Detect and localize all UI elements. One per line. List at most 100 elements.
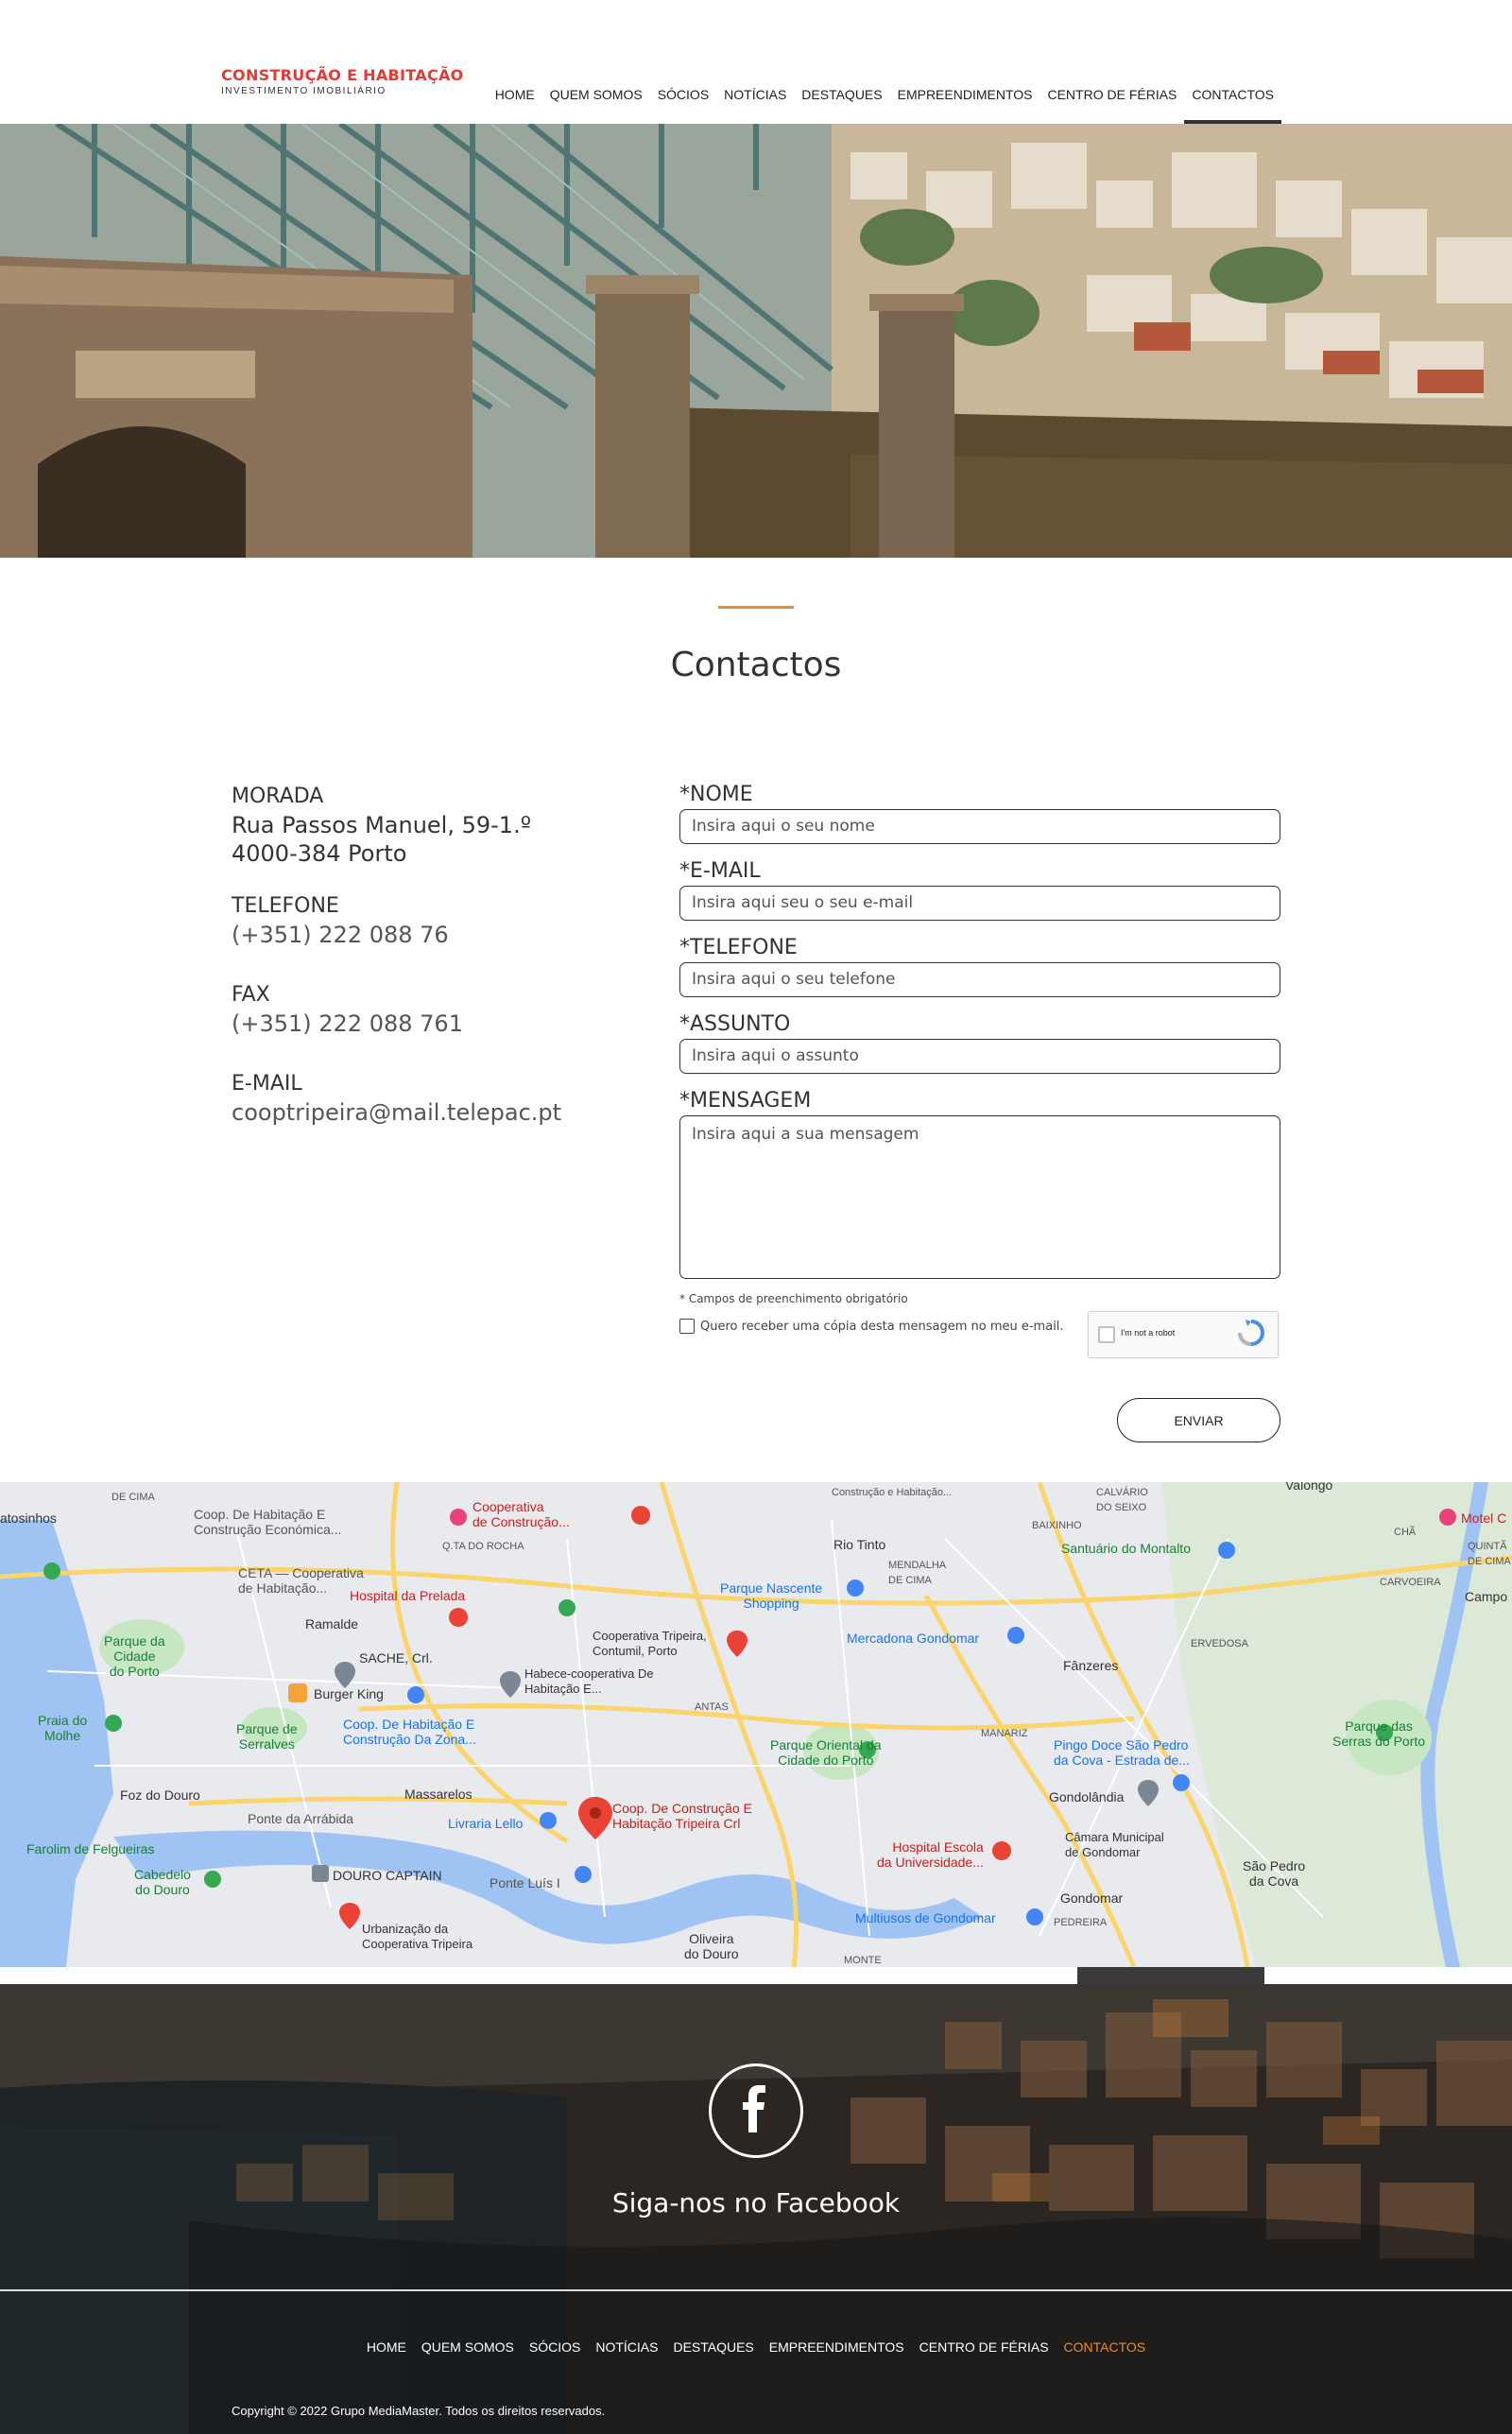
- map-label-ceta: CETA — Cooperativa de Habitação...: [238, 1565, 364, 1596]
- map-label-coop-tripeira-contumil: Cooperativa Tripeira, Contumil, Porto: [593, 1629, 707, 1658]
- footer-nav-home[interactable]: HOME: [367, 2339, 406, 2355]
- recaptcha-label: I'm not a robot: [1121, 1328, 1176, 1338]
- map-label-mendalha: MENDALHA DE CIMA: [888, 1560, 947, 1586]
- map-label-coop-habitacao-economica: Coop. De Habitação E Construção Económic…: [194, 1507, 342, 1537]
- map-label-burger-king: Burger King: [314, 1686, 384, 1701]
- map-label-mercadona: Mercadona Gondomar: [847, 1631, 980, 1646]
- recaptcha-widget[interactable]: I'm not a robot: [1088, 1311, 1279, 1358]
- footer-nav-centro-de-ferias[interactable]: CENTRO DE FÉRIAS: [919, 2339, 1049, 2355]
- map-label-parque-cidade: Parque da Cidade do Porto: [104, 1633, 165, 1679]
- map-label-carvoeira: CARVOEIRA: [1380, 1577, 1441, 1588]
- nav-home[interactable]: HOME: [488, 85, 542, 124]
- map-label-parque-oriental: Parque Oriental da Cidade do Porto: [770, 1737, 882, 1768]
- recaptcha-checkbox[interactable]: [1098, 1326, 1115, 1343]
- map-label-gondomar: Gondomar: [1060, 1890, 1124, 1906]
- email-field[interactable]: Insira aqui seu o seu e-mail: [679, 886, 1280, 921]
- footer-nav-contactos[interactable]: CONTACTOS: [1064, 2339, 1146, 2355]
- map-label-oliveira: Oliveira do Douro: [684, 1931, 739, 1961]
- map-label-urbanizacao: Urbanização da Cooperativa Tripeira: [362, 1922, 473, 1951]
- subject-field-label: *ASSUNTO: [679, 1012, 791, 1036]
- map-label-livraria-lello: Livraria Lello: [448, 1816, 524, 1831]
- map-bottom-strip: [0, 1967, 1512, 1984]
- map-label-pingo-doce: Pingo Doce São Pedro da Cova - Estrada d…: [1054, 1737, 1190, 1768]
- nav-centro-de-ferias[interactable]: CENTRO DE FÉRIAS: [1040, 85, 1184, 124]
- contact-info: MORADA Rua Passos Manuel, 59-1.º 4000-38…: [232, 783, 628, 1151]
- message-field-label: *MENSAGEM: [679, 1089, 812, 1113]
- map-label-ponte-arrabida: Ponte da Arrábida: [248, 1811, 354, 1826]
- facebook-follow-text: Siga-nos no Facebook: [611, 2187, 901, 2218]
- map-label-fanzeres: Fânzeres: [1063, 1658, 1119, 1673]
- facebook-icon: [743, 2085, 765, 2132]
- map-label-atosinhos: atosinhos: [0, 1510, 57, 1526]
- map-label-antas: ANTAS: [695, 1701, 729, 1713]
- map-label-cabedelo: Cabedelo do Douro: [134, 1867, 191, 1897]
- map-label-sache: SACHE, Crl.: [359, 1650, 433, 1666]
- nav-destaques[interactable]: DESTAQUES: [794, 85, 889, 124]
- email-label: E-MAIL: [232, 1072, 302, 1096]
- map-label-parque-serras: Parque das Serras do Porto: [1332, 1718, 1426, 1749]
- address-line-1: Rua Passos Manuel, 59-1.º: [232, 812, 532, 838]
- facebook-button[interactable]: [709, 2063, 803, 2158]
- map-label-coop-construcao: Cooperativa de Construção...: [472, 1499, 570, 1529]
- map-label-parque-nascente: Parque Nascente Shopping: [720, 1580, 823, 1611]
- email-field-label: *E-MAIL: [679, 859, 761, 883]
- map-bottom-dark-tab: [1077, 1967, 1264, 1984]
- map-label-ponte-luis: Ponte Luís I: [490, 1875, 560, 1890]
- footer-nav-quem-somos[interactable]: QUEM SOMOS: [421, 2339, 514, 2355]
- footer-divider: [0, 2289, 1512, 2291]
- footer-nav-destaques[interactable]: DESTAQUES: [673, 2339, 753, 2355]
- name-label: *NOME: [679, 783, 753, 806]
- footer-nav-socios[interactable]: SÓCIOS: [529, 2339, 580, 2355]
- nav-contactos[interactable]: CONTACTOS: [1184, 85, 1281, 124]
- fax-block: FAX (+351) 222 088 761: [232, 981, 628, 1038]
- nav-socios[interactable]: SÓCIOS: [650, 85, 716, 124]
- address-block: MORADA Rua Passos Manuel, 59-1.º 4000-38…: [232, 783, 628, 868]
- map-label-multiusos: Multiusos de Gondomar: [855, 1910, 996, 1925]
- map-label-farolim: Farolim de Felgueiras: [26, 1841, 155, 1856]
- map-label-quintao: QUINTÃ DE CIMA: [1468, 1541, 1511, 1567]
- copy-checkbox[interactable]: [679, 1319, 695, 1334]
- phone-field[interactable]: Insira aqui o seu telefone: [679, 962, 1280, 997]
- map-label-gondolandia: Gondolândia: [1049, 1789, 1125, 1804]
- map-label-santuario: Santuário do Montalto: [1061, 1541, 1191, 1556]
- map-label-campo: Campo: [1465, 1589, 1508, 1604]
- nav-noticias[interactable]: NOTÍCIAS: [716, 85, 794, 124]
- message-field[interactable]: Insira aqui a sua mensagem: [679, 1115, 1280, 1279]
- title-accent-bar: [718, 606, 794, 609]
- map-label-qta-rocha: Q.TA DO ROCHA: [442, 1541, 524, 1552]
- map-label-top-center: Construção e Habitação...: [832, 1487, 953, 1498]
- map-label-main-location[interactable]: Coop. De Construção E Habitação Tripeira…: [612, 1801, 752, 1831]
- map-label-de-cima: DE CIMA: [112, 1492, 155, 1503]
- fax-label: FAX: [232, 983, 270, 1007]
- map-label-calvario: CALVÁRIO DO SEIXO: [1096, 1487, 1148, 1513]
- copyright-text: Copyright © 2022 Grupo MediaMaster. Todo…: [232, 2404, 606, 2418]
- required-note: * Campos de preenchimento obrigatório: [679, 1292, 908, 1305]
- name-field[interactable]: Insira aqui o seu nome: [679, 809, 1280, 844]
- submit-button[interactable]: ENVIAR: [1117, 1398, 1280, 1442]
- map-label-valongo: Valongo: [1285, 1482, 1333, 1493]
- location-map[interactable]: Construção e Habitação... CALVÁRIO DO SE…: [0, 1482, 1512, 1967]
- nav-empreendimentos[interactable]: EMPREENDIMENTOS: [890, 85, 1040, 124]
- subject-field[interactable]: Insira aqui o assunto: [679, 1039, 1280, 1074]
- map-label-ramalde: Ramalde: [305, 1616, 359, 1631]
- map-label-cha: CHÃ: [1394, 1527, 1417, 1538]
- map-label-manariz: MANARIZ: [981, 1728, 1028, 1739]
- footer-nav-noticias[interactable]: NOTÍCIAS: [595, 2339, 658, 2355]
- logo-title: CONSTRUÇÃO E HABITAÇÃO: [221, 66, 464, 84]
- site-logo[interactable]: CONSTRUÇÃO E HABITAÇÃO INVESTIMENTO IMOB…: [221, 66, 464, 96]
- nav-quem-somos[interactable]: QUEM SOMOS: [542, 85, 650, 124]
- phone-value: (+351) 222 088 76: [232, 922, 449, 948]
- map-label-camara-gondomar: Câmara Municipal de Gondomar: [1065, 1830, 1164, 1859]
- map-label-praia-molhe: Praia do Molhe: [38, 1713, 88, 1743]
- map-label-coop-zona: Coop. De Habitação E Construção Da Zona.…: [343, 1717, 476, 1747]
- footer-nav-empreendimentos[interactable]: EMPREENDIMENTOS: [769, 2339, 904, 2355]
- copy-label: Quero receber uma cópia desta mensagem n…: [700, 1319, 1064, 1334]
- map-label-foz-douro: Foz do Douro: [120, 1787, 200, 1803]
- map-label-ervedosa: ERVEDOSA: [1191, 1638, 1248, 1649]
- email-link[interactable]: cooptripeira@mail.telepac.pt: [232, 1098, 628, 1127]
- map-label-hospital-prelada: Hospital da Prelada: [350, 1588, 466, 1603]
- fax-value: (+351) 222 088 761: [232, 1010, 463, 1037]
- map-label-sao-pedro-cova: São Pedro da Cova: [1243, 1858, 1306, 1889]
- map-label-massarelos: Massarelos: [404, 1787, 472, 1802]
- hero-illustration: [0, 124, 1512, 558]
